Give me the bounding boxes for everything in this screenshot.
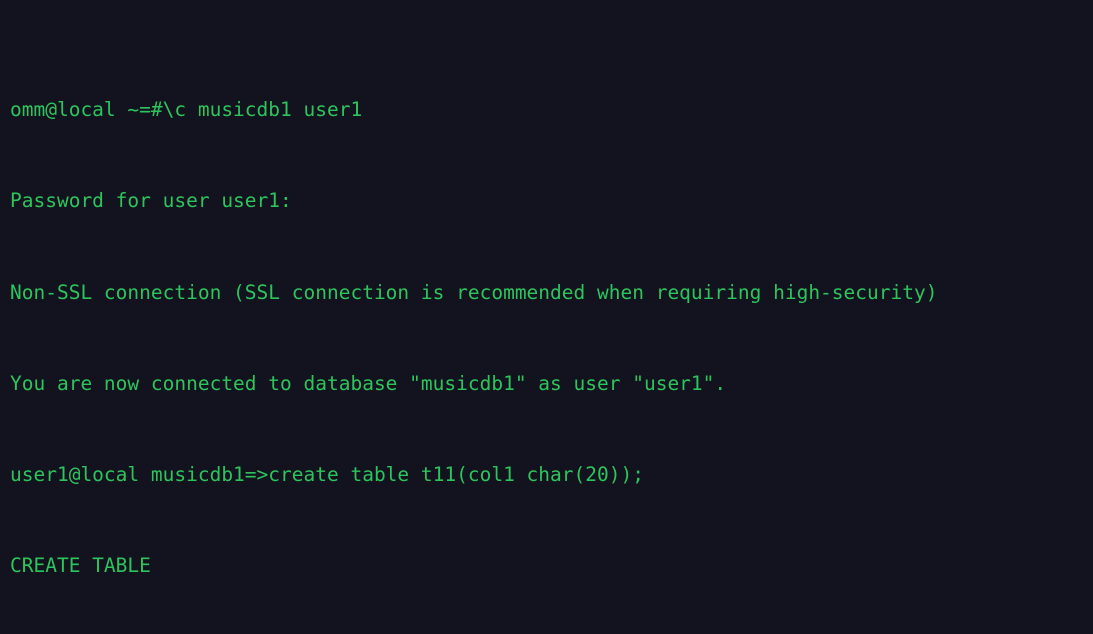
terminal-window[interactable]: omm@local ~=#\c musicdb1 user1 Password … bbox=[0, 0, 1093, 634]
terminal-line: user1@local musicdb1=>create table t11(c… bbox=[10, 463, 644, 487]
terminal-line: Non-SSL connection (SSL connection is re… bbox=[10, 280, 938, 304]
terminal-line: Password for user user1: bbox=[10, 189, 292, 213]
terminal-screen[interactable]: omm@local ~=#\c musicdb1 user1 Password … bbox=[10, 4, 937, 634]
terminal-line: CREATE TABLE bbox=[10, 554, 151, 578]
terminal-line: omm@local ~=#\c musicdb1 user1 bbox=[10, 98, 363, 122]
terminal-line: You are now connected to database "music… bbox=[10, 371, 727, 395]
